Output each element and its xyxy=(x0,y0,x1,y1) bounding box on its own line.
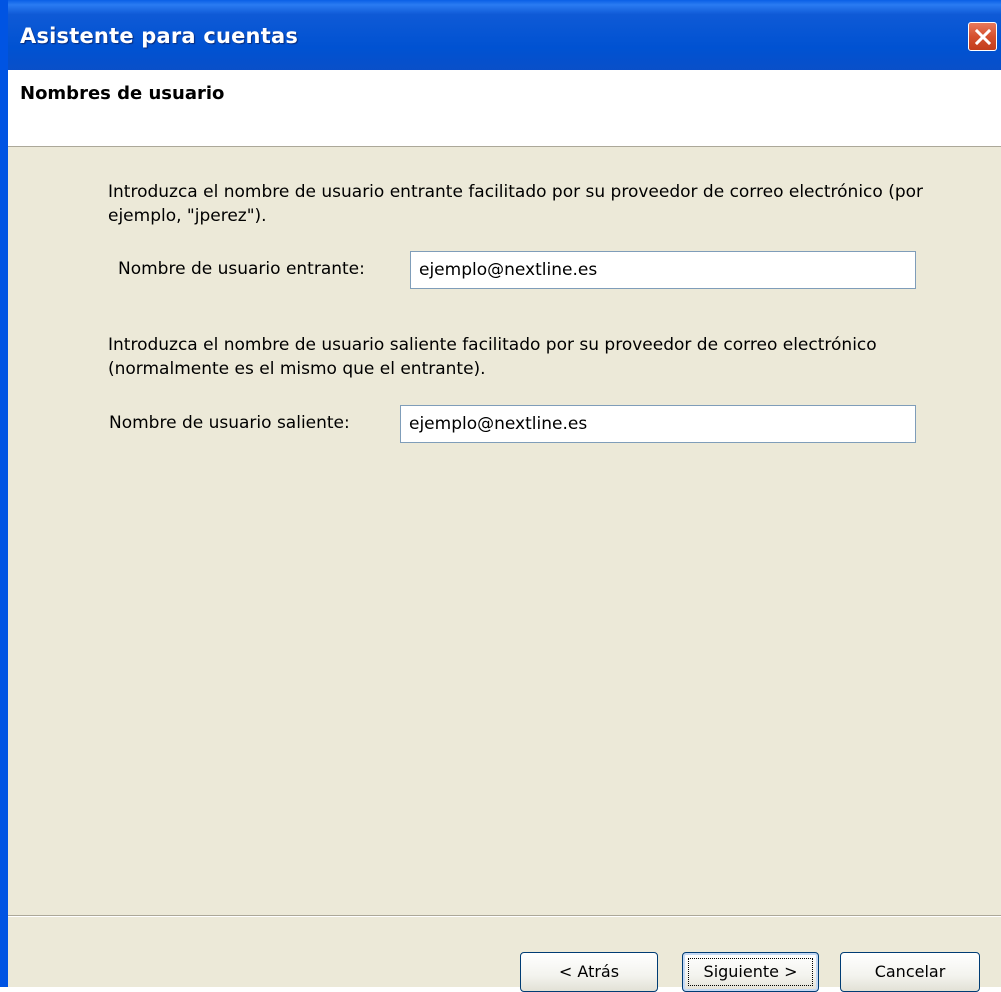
cancel-button-label: Cancelar xyxy=(874,962,946,981)
close-icon xyxy=(975,29,991,45)
back-button[interactable]: < Atrás xyxy=(520,952,658,992)
title-bar[interactable]: Asistente para cuentas xyxy=(8,0,1001,80)
page-title: Nombres de usuario xyxy=(20,83,225,104)
incoming-username-input[interactable] xyxy=(410,251,916,289)
wizard-header: Nombres de usuario xyxy=(8,70,1001,147)
account-wizard-window: Asistente para cuentas Nombres de usuari… xyxy=(0,0,1001,992)
footer-divider xyxy=(8,915,1001,917)
outgoing-description: Introduzca el nombre de usuario saliente… xyxy=(108,335,877,379)
close-button[interactable] xyxy=(968,22,997,51)
outgoing-username-input[interactable] xyxy=(400,405,916,443)
window-title: Asistente para cuentas xyxy=(20,24,299,48)
next-button[interactable]: Siguiente > xyxy=(682,952,819,992)
cancel-button[interactable]: Cancelar xyxy=(840,952,980,992)
back-button-label: < Atrás xyxy=(558,962,620,981)
incoming-username-label: Nombre de usuario entrante: xyxy=(118,259,365,279)
outgoing-username-label: Nombre de usuario saliente: xyxy=(109,413,350,433)
next-button-label: Siguiente > xyxy=(703,962,798,981)
incoming-description: Introduzca el nombre de usuario entrante… xyxy=(108,182,924,226)
